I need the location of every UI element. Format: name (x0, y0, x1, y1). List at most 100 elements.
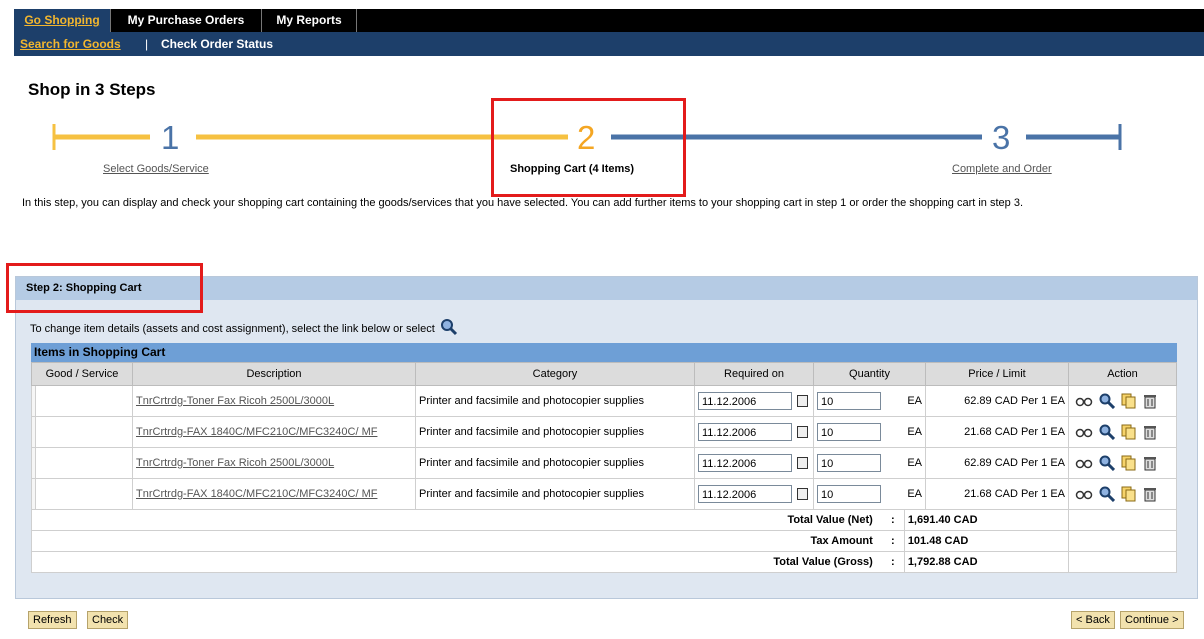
intro-text: In this step, you can display and check … (22, 197, 1023, 209)
total-empty-cell (1068, 509, 1177, 531)
quantity-input[interactable]: 10 (817, 392, 881, 410)
copy-icon[interactable] (1121, 486, 1137, 502)
sub-link-check-order-status[interactable]: Check Order Status (161, 32, 273, 56)
continue-button[interactable]: Continue > (1120, 611, 1184, 629)
step-3-link[interactable]: Complete and Order (952, 163, 1052, 175)
totals-row: Total Value (Net):1,691.40 CAD (31, 509, 1177, 531)
cell-good-service (35, 416, 133, 448)
col-header-required-on[interactable]: Required on (694, 362, 814, 386)
item-description-link[interactable]: TnrCrtrdg-FAX 1840C/MFC210C/MFC3240C/ MF (136, 426, 408, 438)
cell-good-service (35, 385, 133, 417)
cell-description: TnrCrtrdg-FAX 1840C/MFC210C/MFC3240C/ MF (132, 478, 416, 510)
tab-my-purchase-orders[interactable]: My Purchase Orders (111, 9, 262, 32)
table-header-row: Good / Service Description Category Requ… (31, 362, 1177, 386)
required-date-input[interactable]: 11.12.2006 (698, 454, 792, 472)
glasses-icon[interactable] (1075, 425, 1093, 439)
trash-icon[interactable] (1143, 393, 1157, 409)
highlight-box-step-2 (491, 98, 686, 197)
col-header-description[interactable]: Description (132, 362, 416, 386)
copy-icon[interactable] (1121, 424, 1137, 440)
cart-table-body: TnrCrtrdg-Toner Fax Ricoh 2500L/3000L Pri… (31, 385, 1177, 573)
col-header-action[interactable]: Action (1068, 362, 1177, 386)
refresh-button[interactable]: Refresh (28, 611, 77, 629)
col-header-price-limit[interactable]: Price / Limit (925, 362, 1069, 386)
table-title-bar: Items in Shopping Cart (31, 343, 1177, 362)
glasses-icon[interactable] (1075, 394, 1093, 408)
cart-table-container: Items in Shopping Cart Good / Service De… (31, 343, 1177, 583)
total-label-text: Total Value (Net) (787, 514, 873, 526)
glasses-icon[interactable] (1075, 456, 1093, 470)
sub-link-search-for-goods[interactable]: Search for Goods (20, 32, 121, 56)
total-empty-cell (1068, 530, 1177, 552)
instruction-text: To change item details (assets and cost … (30, 323, 435, 335)
calendar-icon[interactable] (797, 488, 808, 500)
cell-good-service (35, 478, 133, 510)
cell-required-on: 11.12.2006 (694, 447, 814, 479)
page-title: Shop in 3 Steps (28, 80, 156, 99)
calendar-icon[interactable] (797, 426, 808, 438)
cell-quantity: 10 (813, 416, 905, 448)
required-date-input[interactable]: 11.12.2006 (698, 485, 792, 503)
cell-price: 62.89 CAD Per 1 EA (925, 447, 1069, 479)
required-date-input[interactable]: 11.12.2006 (698, 392, 792, 410)
magnifier-icon[interactable] (1099, 393, 1115, 409)
glasses-icon[interactable] (1075, 487, 1093, 501)
total-label-text: Total Value (Gross) (773, 556, 873, 568)
cell-unit: EA (904, 416, 927, 448)
item-description-link[interactable]: TnrCrtrdg-Toner Fax Ricoh 2500L/3000L (136, 395, 408, 407)
tab-go-shopping[interactable]: Go Shopping (14, 9, 111, 32)
top-nav-bar: Go Shopping My Purchase Orders My Report… (14, 9, 1204, 32)
cell-category: Printer and facsimile and photocopier su… (415, 385, 695, 417)
cell-quantity: 10 (813, 385, 905, 417)
calendar-icon[interactable] (797, 395, 808, 407)
back-button[interactable]: < Back (1071, 611, 1115, 629)
col-header-good-service[interactable]: Good / Service (31, 362, 133, 386)
cell-unit: EA (904, 478, 927, 510)
highlight-box-panel-title (6, 263, 203, 313)
cell-category: Printer and facsimile and photocopier su… (415, 478, 695, 510)
cell-actions (1068, 447, 1177, 479)
quantity-input[interactable]: 10 (817, 454, 881, 472)
search-icon[interactable] (440, 318, 458, 336)
quantity-input[interactable]: 10 (817, 423, 881, 441)
cell-price: 21.68 CAD Per 1 EA (925, 416, 1069, 448)
cell-actions (1068, 385, 1177, 417)
copy-icon[interactable] (1121, 393, 1137, 409)
total-colon: : (890, 556, 895, 568)
cell-required-on: 11.12.2006 (694, 478, 814, 510)
quantity-input[interactable]: 10 (817, 485, 881, 503)
item-description-link[interactable]: TnrCrtrdg-FAX 1840C/MFC210C/MFC3240C/ MF (136, 488, 408, 500)
calendar-icon[interactable] (797, 457, 808, 469)
col-header-category[interactable]: Category (415, 362, 695, 386)
cart-table: Good / Service Description Category Requ… (31, 362, 1177, 573)
panel-instruction: To change item details (assets and cost … (30, 318, 458, 336)
check-button[interactable]: Check (87, 611, 129, 629)
step-1-link[interactable]: Select Goods/Service (103, 163, 209, 175)
cell-price: 21.68 CAD Per 1 EA (925, 478, 1069, 510)
cell-required-on: 11.12.2006 (694, 385, 814, 417)
magnifier-icon[interactable] (1099, 424, 1115, 440)
total-colon: : (890, 535, 895, 547)
table-row: TnrCrtrdg-Toner Fax Ricoh 2500L/3000L Pri… (31, 447, 1177, 479)
copy-icon[interactable] (1121, 455, 1137, 471)
sub-nav-separator: | (145, 37, 149, 51)
trash-icon[interactable] (1143, 424, 1157, 440)
cell-description: TnrCrtrdg-Toner Fax Ricoh 2500L/3000L (132, 385, 416, 417)
total-label: Tax Amount: (31, 530, 905, 552)
cell-unit: EA (904, 447, 927, 479)
item-description-link[interactable]: TnrCrtrdg-Toner Fax Ricoh 2500L/3000L (136, 457, 408, 469)
col-header-quantity[interactable]: Quantity (813, 362, 926, 386)
tab-my-reports[interactable]: My Reports (262, 9, 357, 32)
trash-icon[interactable] (1143, 455, 1157, 471)
table-title: Items in Shopping Cart (34, 345, 166, 359)
cell-actions (1068, 416, 1177, 448)
cell-category: Printer and facsimile and photocopier su… (415, 416, 695, 448)
total-empty-cell (1068, 551, 1177, 573)
magnifier-icon[interactable] (1099, 455, 1115, 471)
total-label: Total Value (Net): (31, 509, 905, 531)
total-value: 101.48 CAD (903, 530, 1070, 552)
required-date-input[interactable]: 11.12.2006 (698, 423, 792, 441)
trash-icon[interactable] (1143, 486, 1157, 502)
magnifier-icon[interactable] (1099, 486, 1115, 502)
cell-unit: EA (904, 385, 927, 417)
